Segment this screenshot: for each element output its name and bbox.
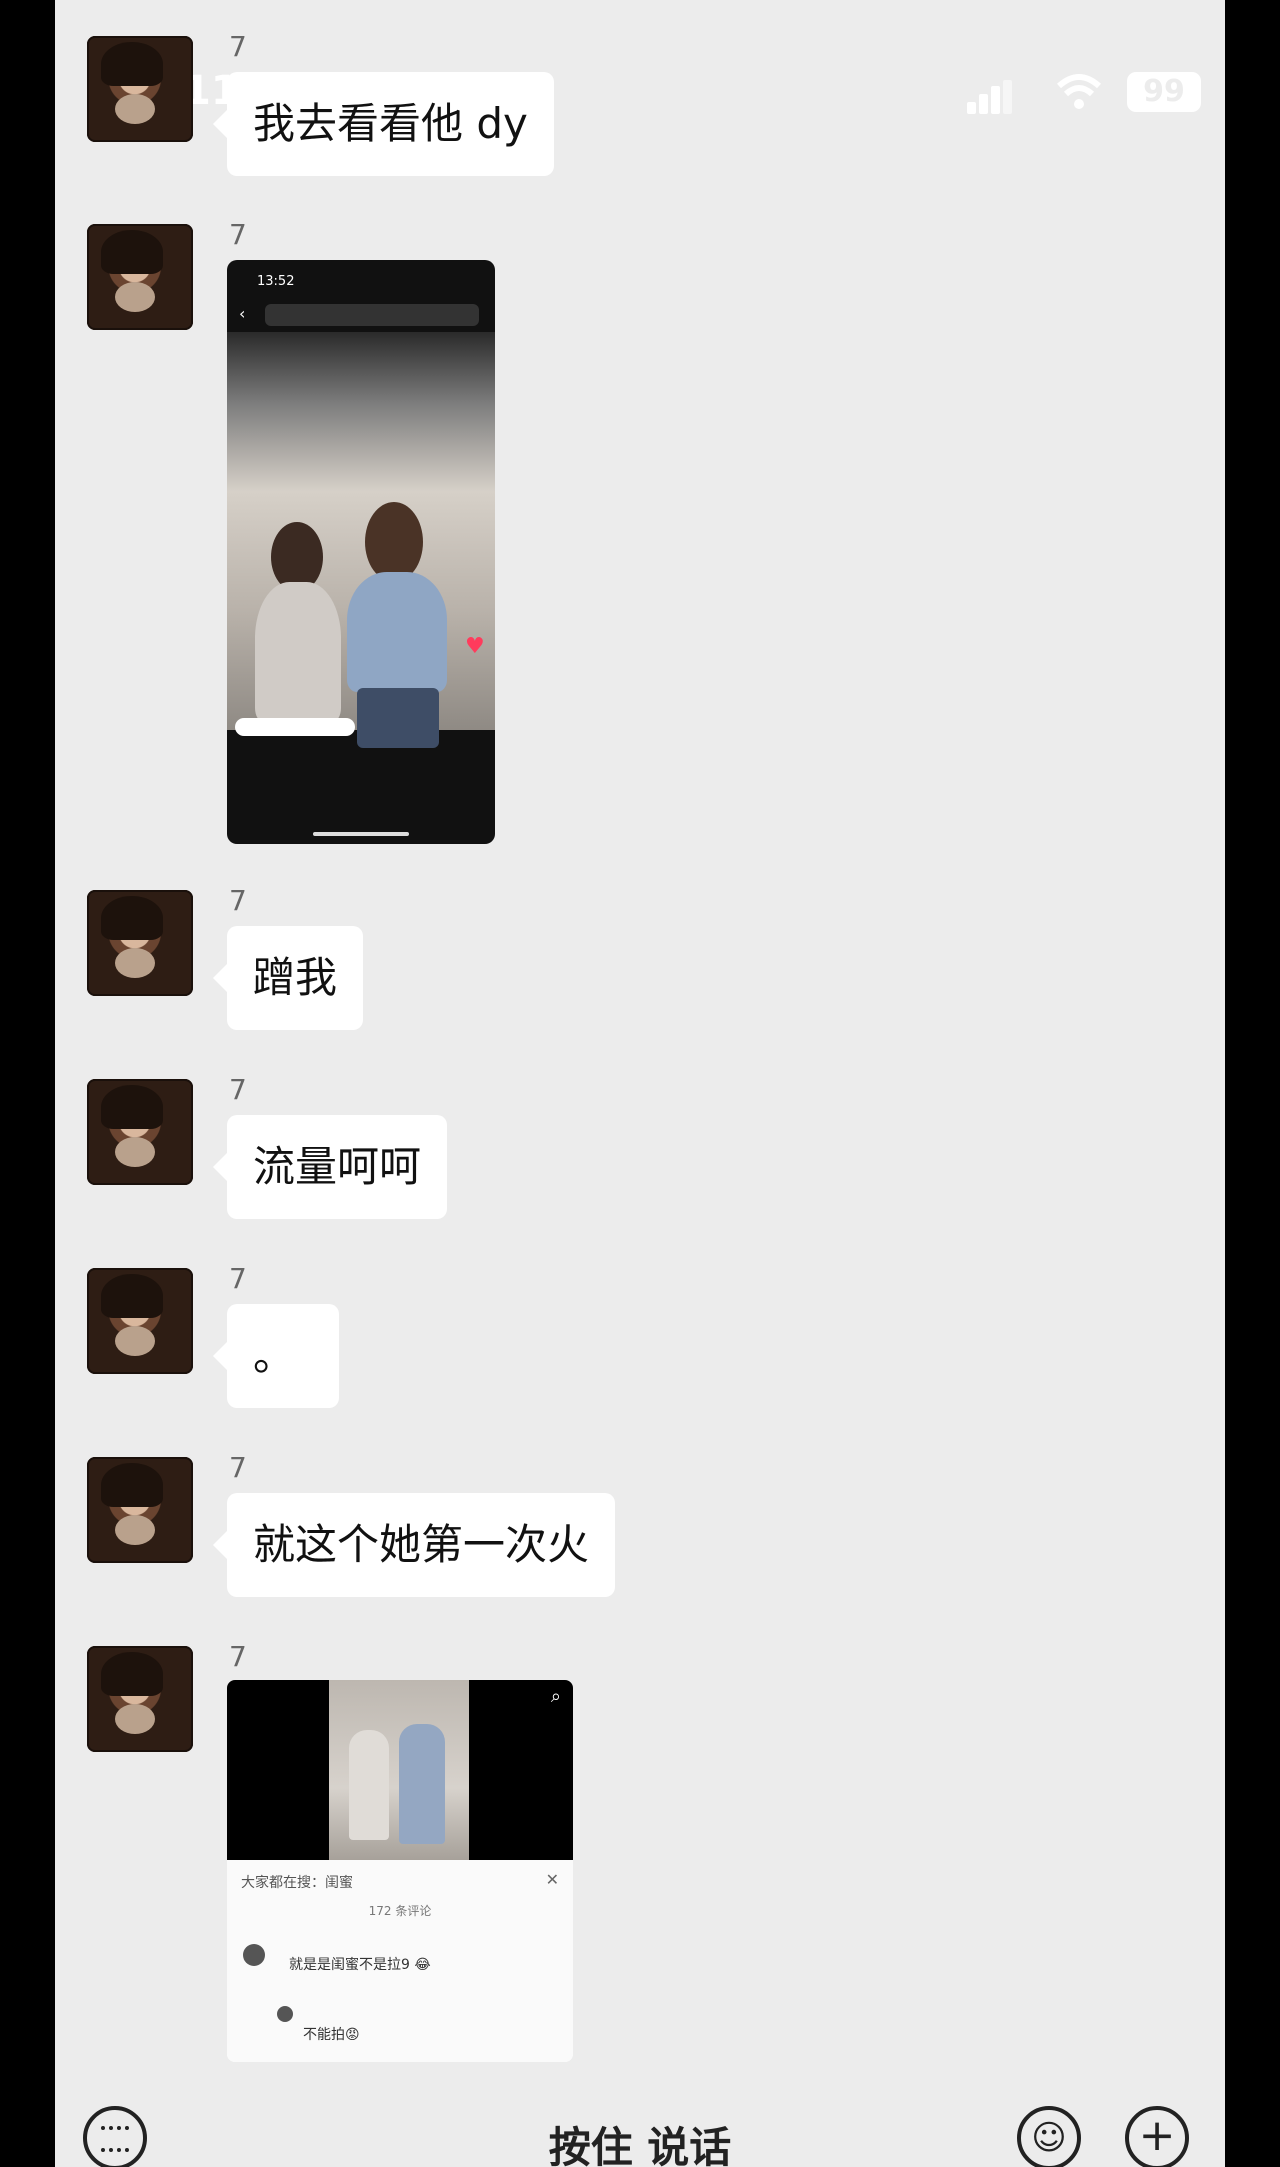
wifi-icon	[1055, 72, 1103, 112]
close-icon: ✕	[545, 1870, 559, 1889]
home-indicator	[313, 832, 409, 836]
sender-name: 7	[229, 1451, 247, 1484]
avatar[interactable]	[87, 1079, 193, 1185]
video-frame: ⌕	[227, 1680, 573, 1860]
message-bubble[interactable]: 蹭我	[212, 926, 364, 1030]
avatar[interactable]	[87, 1646, 193, 1752]
sender-name: 7	[229, 1073, 247, 1106]
screenshot-tag	[235, 718, 355, 736]
message-bubble[interactable]: 就这个她第一次火	[212, 1493, 616, 1597]
avatar	[277, 2006, 293, 2022]
avatar[interactable]	[87, 1268, 193, 1374]
avatar[interactable]	[87, 224, 193, 330]
screenshot-time: 13:52	[257, 274, 295, 289]
avatar[interactable]	[87, 36, 193, 142]
comment-count: 172 条评论	[368, 1904, 432, 1918]
search-icon: ⌕	[550, 1686, 561, 1707]
image-message[interactable]: ⌕ 大家都在搜：闺蜜 ✕ 172 条评论 就是是闺蜜不是拉9 😂 不能拍😡	[227, 1680, 573, 2062]
input-bar: 按住 说话 ☺ +	[55, 2100, 1225, 2167]
back-icon: ‹	[239, 304, 246, 323]
sender-name: 7	[229, 1640, 247, 1673]
avatar[interactable]	[87, 890, 193, 996]
avatar	[243, 1944, 265, 1966]
sender-name: 7	[229, 884, 247, 917]
comment-panel-title: 大家都在搜：闺蜜	[241, 1875, 353, 1891]
avatar[interactable]	[87, 1457, 193, 1563]
comment-text: 不能拍😡	[303, 2027, 360, 2043]
battery-icon: 99	[1127, 72, 1201, 112]
plus-icon[interactable]: +	[1125, 2106, 1189, 2167]
comment-text: 就是是闺蜜不是拉9 😂	[289, 1957, 431, 1973]
emoji-icon[interactable]: ☺	[1017, 2106, 1081, 2167]
screenshot-search-bar	[265, 304, 479, 326]
message-bubble[interactable]: 我去看看他 dy	[213, 72, 554, 176]
sender-name: 7	[229, 1262, 247, 1295]
heart-icon: ♥	[465, 634, 485, 659]
signal-icon	[967, 80, 1013, 114]
image-message[interactable]: 13:52 ‹ ♥	[227, 260, 495, 844]
comment-panel: 大家都在搜：闺蜜 ✕ 172 条评论 就是是闺蜜不是拉9 😂 不能拍😡	[227, 1860, 573, 2062]
chat-screen: 11 99 7 我去看看他 dy 7 13:52 ‹ ♥ 7 蹭我 7 流量呵呵…	[55, 0, 1225, 2167]
sender-name: 7	[229, 30, 247, 63]
video-frame: ♥	[227, 332, 495, 748]
message-bubble[interactable]: 流量呵呵	[212, 1115, 448, 1219]
sender-name: 7	[229, 218, 247, 251]
message-bubble[interactable]: 。	[213, 1304, 339, 1408]
